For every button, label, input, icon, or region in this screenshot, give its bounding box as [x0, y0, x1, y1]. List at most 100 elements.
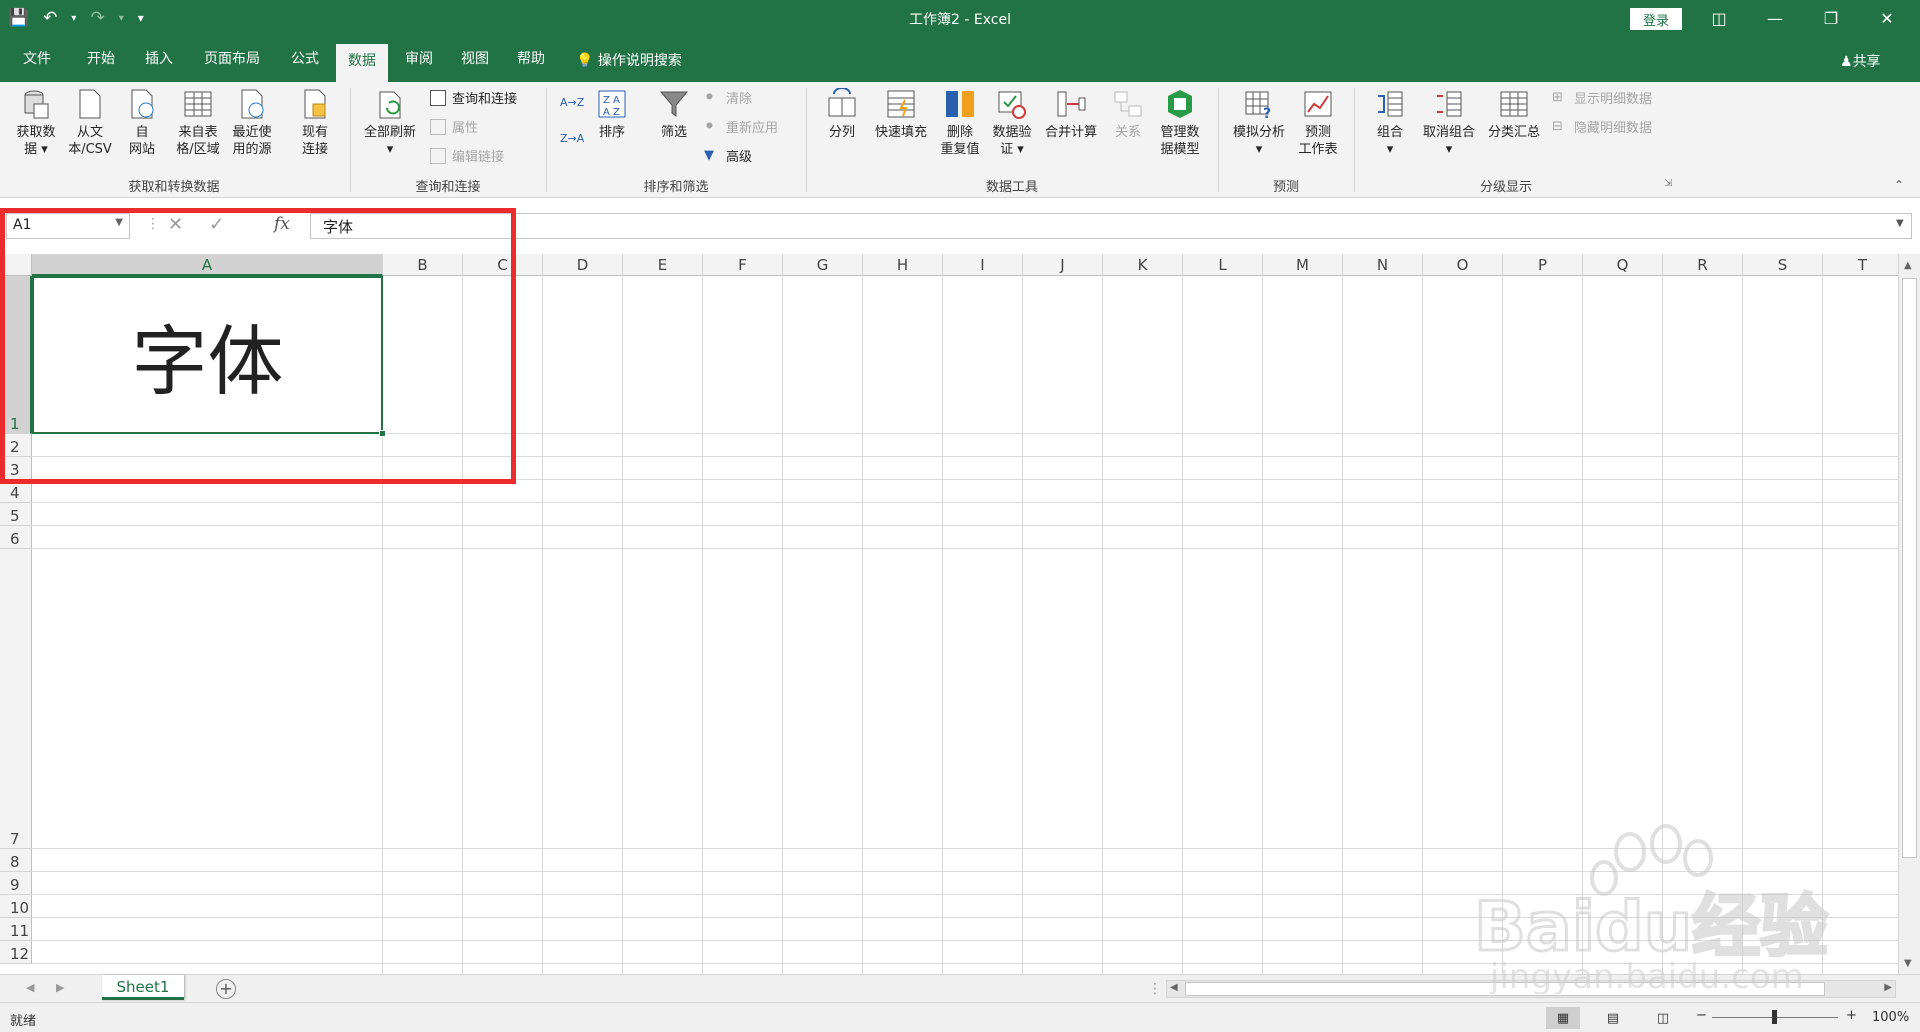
- close-icon[interactable]: ✕: [1864, 0, 1910, 36]
- formula-input[interactable]: 字体: [310, 213, 1912, 239]
- minimize-icon[interactable]: —: [1752, 0, 1798, 36]
- from-table-button[interactable]: 来自表 格/区域: [170, 88, 226, 158]
- cell-a1[interactable]: 字体: [32, 276, 383, 434]
- scroll-right-icon[interactable]: ▶: [1884, 982, 1892, 993]
- recent-sources-button[interactable]: 最近使 用的源: [226, 88, 278, 158]
- tab-insert[interactable]: 插入: [134, 45, 184, 73]
- column-header-k[interactable]: K: [1103, 254, 1183, 276]
- add-sheet-icon[interactable]: +: [216, 979, 236, 999]
- worksheet-grid[interactable]: ABCDEFGHIJKLMNOPQRST 1 2 3 4 5 6 7 8 9 10 11 12 字体: [0, 254, 1898, 974]
- column-header-t[interactable]: T: [1823, 254, 1898, 276]
- share-button[interactable]: ♟共享: [1840, 51, 1881, 71]
- dialog-launcher-icon[interactable]: ⇲: [1664, 178, 1672, 189]
- tab-home[interactable]: 开始: [76, 45, 126, 73]
- reapply-button[interactable]: ⚫ 重新应用: [704, 117, 778, 137]
- row-header-8[interactable]: 8: [0, 849, 32, 872]
- expand-formula-bar-icon[interactable]: ▼: [1896, 218, 1904, 229]
- from-web-button[interactable]: 自 网站: [122, 88, 162, 158]
- filter-button[interactable]: 筛选: [652, 88, 696, 141]
- tab-review[interactable]: 审阅: [394, 45, 444, 73]
- page-break-view-icon[interactable]: ◫: [1646, 1007, 1680, 1029]
- tab-file[interactable]: 文件: [12, 45, 62, 73]
- tab-split-grip-icon[interactable]: ⋮: [1148, 981, 1162, 997]
- select-all-corner[interactable]: [0, 254, 32, 276]
- what-if-analysis-button[interactable]: ? 模拟分析 ▾: [1226, 88, 1292, 158]
- vertical-scrollbar[interactable]: ▲ ▼: [1898, 254, 1920, 974]
- row-header-4[interactable]: 4: [0, 480, 32, 503]
- prev-sheet-icon[interactable]: ◀: [26, 981, 34, 994]
- column-header-f[interactable]: F: [703, 254, 783, 276]
- column-header-c[interactable]: C: [463, 254, 543, 276]
- horizontal-scrollbar[interactable]: ◀ ▶: [1166, 980, 1896, 998]
- sort-ascending-button[interactable]: A→Z: [560, 96, 584, 109]
- forecast-sheet-button[interactable]: 预测 工作表: [1292, 88, 1344, 158]
- column-header-o[interactable]: O: [1423, 254, 1503, 276]
- tell-me-search[interactable]: 💡 操作说明搜索: [576, 50, 682, 70]
- collapse-ribbon-icon[interactable]: ⌃: [1894, 178, 1904, 192]
- clear-filter-button[interactable]: ⚫ 清除: [704, 88, 752, 108]
- tab-data[interactable]: 数据: [336, 44, 388, 82]
- relationships-button[interactable]: 关系: [1104, 88, 1152, 141]
- get-data-button[interactable]: 获取数 据 ▾: [8, 88, 64, 158]
- cancel-entry-icon[interactable]: ✕: [168, 214, 183, 235]
- ungroup-button[interactable]: 取消组合 ▾: [1414, 88, 1484, 158]
- column-header-s[interactable]: S: [1743, 254, 1823, 276]
- queries-connections-button[interactable]: 查询和连接: [430, 88, 517, 107]
- column-header-q[interactable]: Q: [1583, 254, 1663, 276]
- advanced-filter-button[interactable]: ▼ 高级: [704, 146, 752, 166]
- zoom-level[interactable]: 100%: [1872, 1010, 1909, 1025]
- column-header-b[interactable]: B: [383, 254, 463, 276]
- column-header-m[interactable]: M: [1263, 254, 1343, 276]
- row-header-2[interactable]: 2: [0, 434, 32, 457]
- tab-page-layout[interactable]: 页面布局: [196, 45, 268, 73]
- manage-data-model-button[interactable]: 管理数 据模型: [1152, 88, 1208, 158]
- from-text-csv-button[interactable]: 从文 本/CSV: [64, 88, 116, 158]
- name-box[interactable]: A1 ▼: [6, 213, 130, 239]
- tab-formulas[interactable]: 公式: [280, 45, 330, 73]
- consolidate-button[interactable]: 合并计算: [1038, 88, 1104, 141]
- row-header-1[interactable]: 1: [0, 276, 32, 434]
- name-box-dropdown-icon[interactable]: ▼: [115, 217, 123, 228]
- column-header-e[interactable]: E: [623, 254, 703, 276]
- zoom-slider-knob[interactable]: [1772, 1010, 1777, 1024]
- row-header-5[interactable]: 5: [0, 503, 32, 526]
- zoom-in-icon[interactable]: +: [1846, 1008, 1857, 1023]
- sort-descending-button[interactable]: Z→A: [560, 132, 584, 145]
- scroll-left-icon[interactable]: ◀: [1170, 982, 1178, 993]
- column-header-h[interactable]: H: [863, 254, 943, 276]
- row-header-9[interactable]: 9: [0, 872, 32, 895]
- column-header-g[interactable]: G: [783, 254, 863, 276]
- show-detail-button[interactable]: ⊞ 显示明细数据: [1552, 88, 1652, 108]
- vertical-scroll-thumb[interactable]: [1902, 278, 1917, 858]
- column-header-d[interactable]: D: [543, 254, 623, 276]
- row-header-6[interactable]: 6: [0, 526, 32, 549]
- row-header-3[interactable]: 3: [0, 457, 32, 480]
- row-header-10[interactable]: 10: [0, 895, 32, 918]
- tab-help[interactable]: 帮助: [506, 45, 556, 73]
- properties-button[interactable]: 属性: [430, 117, 478, 136]
- subtotal-button[interactable]: 分类汇总: [1484, 88, 1544, 141]
- sheet-tab-sheet1[interactable]: Sheet1: [102, 975, 184, 1000]
- restore-icon[interactable]: ❐: [1808, 0, 1854, 36]
- sort-button[interactable]: Z AA Z 排序: [590, 88, 634, 141]
- remove-duplicates-button[interactable]: 删除 重复值: [934, 88, 986, 158]
- refresh-all-button[interactable]: 全部刷新 ▾: [358, 88, 422, 158]
- tab-view[interactable]: 视图: [450, 45, 500, 73]
- hide-detail-button[interactable]: ⊟ 隐藏明细数据: [1552, 117, 1652, 137]
- scroll-down-icon[interactable]: ▼: [1904, 958, 1912, 969]
- next-sheet-icon[interactable]: ▶: [56, 981, 64, 994]
- column-header-p[interactable]: P: [1503, 254, 1583, 276]
- horizontal-scroll-thumb[interactable]: [1185, 982, 1825, 996]
- zoom-out-icon[interactable]: −: [1696, 1008, 1707, 1023]
- insert-function-icon[interactable]: fx: [274, 214, 290, 234]
- existing-connections-button[interactable]: 现有 连接: [290, 88, 340, 158]
- column-header-a[interactable]: A: [32, 254, 383, 276]
- fill-handle[interactable]: [379, 430, 386, 437]
- page-layout-view-icon[interactable]: ▤: [1596, 1007, 1630, 1029]
- group-button[interactable]: 组合 ▾: [1366, 88, 1414, 158]
- normal-view-icon[interactable]: ▦: [1546, 1007, 1580, 1029]
- ribbon-display-options-icon[interactable]: ◫: [1696, 0, 1742, 36]
- flash-fill-button[interactable]: 快速填充: [868, 88, 934, 141]
- column-header-j[interactable]: J: [1023, 254, 1103, 276]
- column-header-r[interactable]: R: [1663, 254, 1743, 276]
